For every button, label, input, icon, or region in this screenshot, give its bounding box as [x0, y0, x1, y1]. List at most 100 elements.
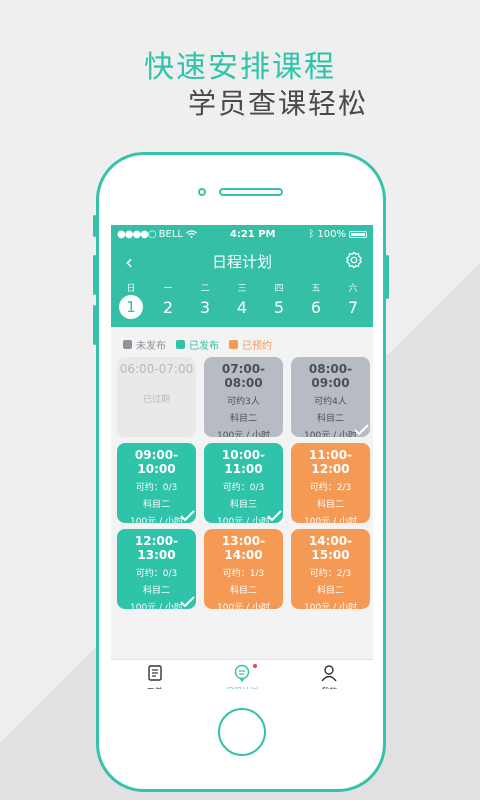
user-icon	[321, 665, 337, 682]
day-2[interactable]: 一2	[150, 279, 186, 317]
checkmark-icon	[180, 596, 195, 608]
nav-bar: ‹ 日程计划	[111, 243, 373, 279]
home-button[interactable]	[218, 708, 266, 756]
slot-time: 13:00-14:00	[221, 534, 266, 562]
day-number: 5	[273, 298, 285, 317]
legend-swatch	[123, 340, 132, 349]
slot-detail: 可约3人	[227, 397, 260, 407]
day-5[interactable]: 四5	[261, 279, 297, 317]
tab-calendar-chat[interactable]: 日程计划	[198, 660, 285, 689]
checkmark-icon	[180, 510, 195, 522]
day-number: 2	[162, 298, 174, 317]
day-6[interactable]: 五6	[298, 279, 334, 317]
weekday-label: 四	[274, 284, 284, 294]
slot-detail: 100元 / 小时	[217, 603, 270, 609]
weekday-label: 日	[126, 284, 136, 294]
gear-icon[interactable]	[345, 251, 363, 269]
wifi-icon	[186, 230, 197, 238]
schedule-slot[interactable]: 12:00-13:00 可约：0/3 科目二 100元 / 小时	[117, 529, 196, 609]
schedule-slot[interactable]: 09:00-10:00 可约：0/3 科目二 100元 / 小时	[117, 443, 196, 523]
phone-mute-switch	[93, 215, 96, 237]
calendar-chat-icon	[234, 664, 250, 683]
signal-icon: ●●●●○	[117, 228, 157, 240]
day-number: 7	[347, 298, 359, 317]
legend-label: 已发布	[189, 341, 219, 352]
day-1[interactable]: 日1	[113, 279, 149, 319]
phone-speaker	[219, 188, 283, 196]
legend: 未发布 已发布 已预约	[111, 327, 373, 358]
weekday-label: 二	[200, 284, 210, 294]
chevron-left-icon[interactable]: ‹	[125, 250, 133, 274]
slot-detail: 可约：0/3	[222, 483, 265, 493]
legend-label: 已预约	[242, 341, 272, 352]
legend-swatch	[176, 340, 185, 349]
legend-swatch	[229, 340, 238, 349]
phone-volume-down	[93, 305, 96, 345]
tab-label: 日程计划	[198, 686, 285, 689]
slot-detail: 科目二	[229, 414, 257, 424]
day-7[interactable]: 六7	[335, 279, 371, 317]
legend-item: 未发布	[123, 337, 166, 352]
weekday-label: 五	[311, 284, 321, 294]
slot-time: 07:00-08:00	[221, 362, 266, 390]
slot-detail: 100元 / 小时	[304, 517, 357, 523]
slot-detail: 可约4人	[314, 397, 347, 407]
app-screen: ●●●●○ BELL 4:21 PM ᛒ 100% ‹ 日程计划 日1一2二3三…	[111, 225, 373, 689]
slot-detail: 100元 / 小时	[217, 431, 270, 437]
slot-detail: 科目二	[229, 586, 257, 596]
slot-time: 10:00-11:00	[221, 448, 266, 476]
schedule-slot[interactable]: 11:00-12:00 可约：2/3 科目二 100元 / 小时	[291, 443, 370, 523]
slot-time: 14:00-15:00	[308, 534, 353, 562]
status-time: 4:21 PM	[229, 228, 276, 240]
tab-user[interactable]: 我的	[286, 660, 373, 689]
day-4[interactable]: 三4	[224, 279, 260, 317]
slot-detail: 已过期	[142, 395, 170, 405]
tab-label: 工单	[111, 686, 198, 689]
notification-dot	[253, 664, 258, 668]
slot-detail: 可约：0/3	[135, 569, 178, 579]
tab-document[interactable]: 工单	[111, 660, 198, 689]
status-bar: ●●●●○ BELL 4:21 PM ᛒ 100%	[111, 225, 373, 243]
headline-secondary: 学员查课轻松	[187, 87, 368, 120]
slot-time: 08:00-09:00	[308, 362, 353, 390]
phone-camera	[198, 188, 206, 196]
slot-time: 11:00-12:00	[308, 448, 353, 476]
schedule-slot[interactable]: 13:00-14:00 可约：1/3 科目二 100元 / 小时	[204, 529, 283, 609]
day-number: 1	[119, 295, 143, 319]
legend-item: 已预约	[229, 337, 272, 352]
slot-time: 06:00-07:00	[119, 362, 194, 376]
legend-label: 未发布	[136, 341, 166, 352]
weekday-label: 一	[163, 284, 173, 294]
phone-frame: ●●●●○ BELL 4:21 PM ᛒ 100% ‹ 日程计划 日1一2二3三…	[93, 152, 389, 792]
phone-power-button	[386, 255, 389, 299]
bluetooth-icon: ᛒ	[308, 228, 315, 240]
battery-percent: 100%	[317, 228, 346, 240]
slot-detail: 可约：0/3	[135, 483, 178, 493]
legend-item: 已发布	[176, 337, 219, 352]
day-number: 3	[199, 298, 211, 317]
schedule-slot[interactable]: 14:00-15:00 可约：2/3 科目二 100元 / 小时	[291, 529, 370, 609]
tab-label: 我的	[286, 686, 373, 689]
slot-detail: 可约：1/3	[222, 569, 265, 579]
weekday-label: 三	[237, 284, 247, 294]
battery-icon	[348, 230, 367, 238]
slot-detail: 可约：2/3	[309, 569, 352, 579]
phone-volume-up	[93, 255, 96, 295]
day-number: 6	[310, 298, 322, 317]
week-selector: 日1一2二3三4四5五6六7	[111, 279, 373, 327]
slot-detail: 100元 / 小时	[304, 603, 357, 609]
checkmark-icon	[267, 510, 282, 522]
schedule-slot[interactable]: 07:00-08:00 可约3人科目二 100元 / 小时	[204, 357, 283, 437]
day-3[interactable]: 二3	[187, 279, 223, 317]
tab-bar: 工单日程计划我的	[111, 659, 373, 689]
schedule-slot[interactable]: 08:00-09:00 可约4人 科目二 100元 / 小时	[291, 357, 370, 437]
slot-time: 09:00-10:00	[134, 448, 179, 476]
headline-primary: 快速安排课程	[144, 50, 336, 85]
slot-detail: 科目二	[316, 586, 344, 596]
day-number: 4	[236, 298, 248, 317]
weekday-label: 六	[348, 284, 358, 294]
slot-detail: 科目二	[316, 500, 344, 510]
schedule-slot[interactable]: 10:00-11:00 可约：0/3 科目三 100元 / 小时	[204, 443, 283, 523]
schedule-slot[interactable]: 06:00-07:00 已过期	[117, 357, 196, 437]
page-title: 日程计划	[211, 252, 272, 271]
